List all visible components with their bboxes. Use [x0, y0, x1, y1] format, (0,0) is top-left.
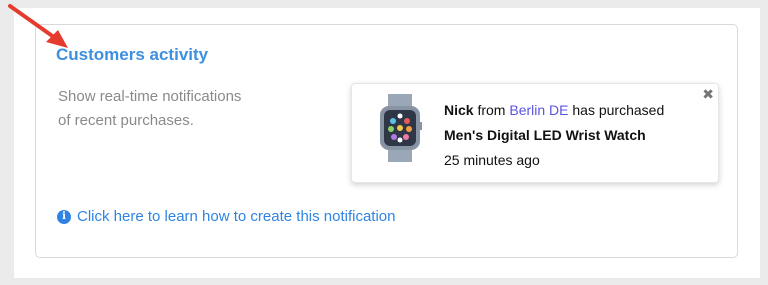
info-icon: i	[57, 209, 71, 224]
learn-more-label: Click here to learn how to create this n…	[77, 208, 396, 225]
close-icon[interactable]: ✖	[702, 86, 714, 103]
product-name[interactable]: Men's Digital LED Wrist Watch	[444, 123, 664, 148]
customer-name: Nick	[444, 102, 474, 118]
learn-more-link[interactable]: i Click here to learn how to create this…	[57, 208, 396, 225]
customer-location[interactable]: Berlin DE	[509, 102, 568, 118]
purchase-time: 25 minutes ago	[444, 152, 540, 168]
from-word: from	[477, 102, 506, 118]
section-title: Customers activity	[56, 45, 209, 64]
notification-popup: Nick from Berlin DE has purchased Men's …	[351, 83, 719, 183]
purchase-action: has purchased	[572, 102, 665, 118]
notification-text: Nick from Berlin DE has purchased Men's …	[444, 98, 664, 173]
section-description: Show real-time notifications of recent p…	[58, 88, 242, 129]
smartwatch-icon	[380, 94, 422, 162]
